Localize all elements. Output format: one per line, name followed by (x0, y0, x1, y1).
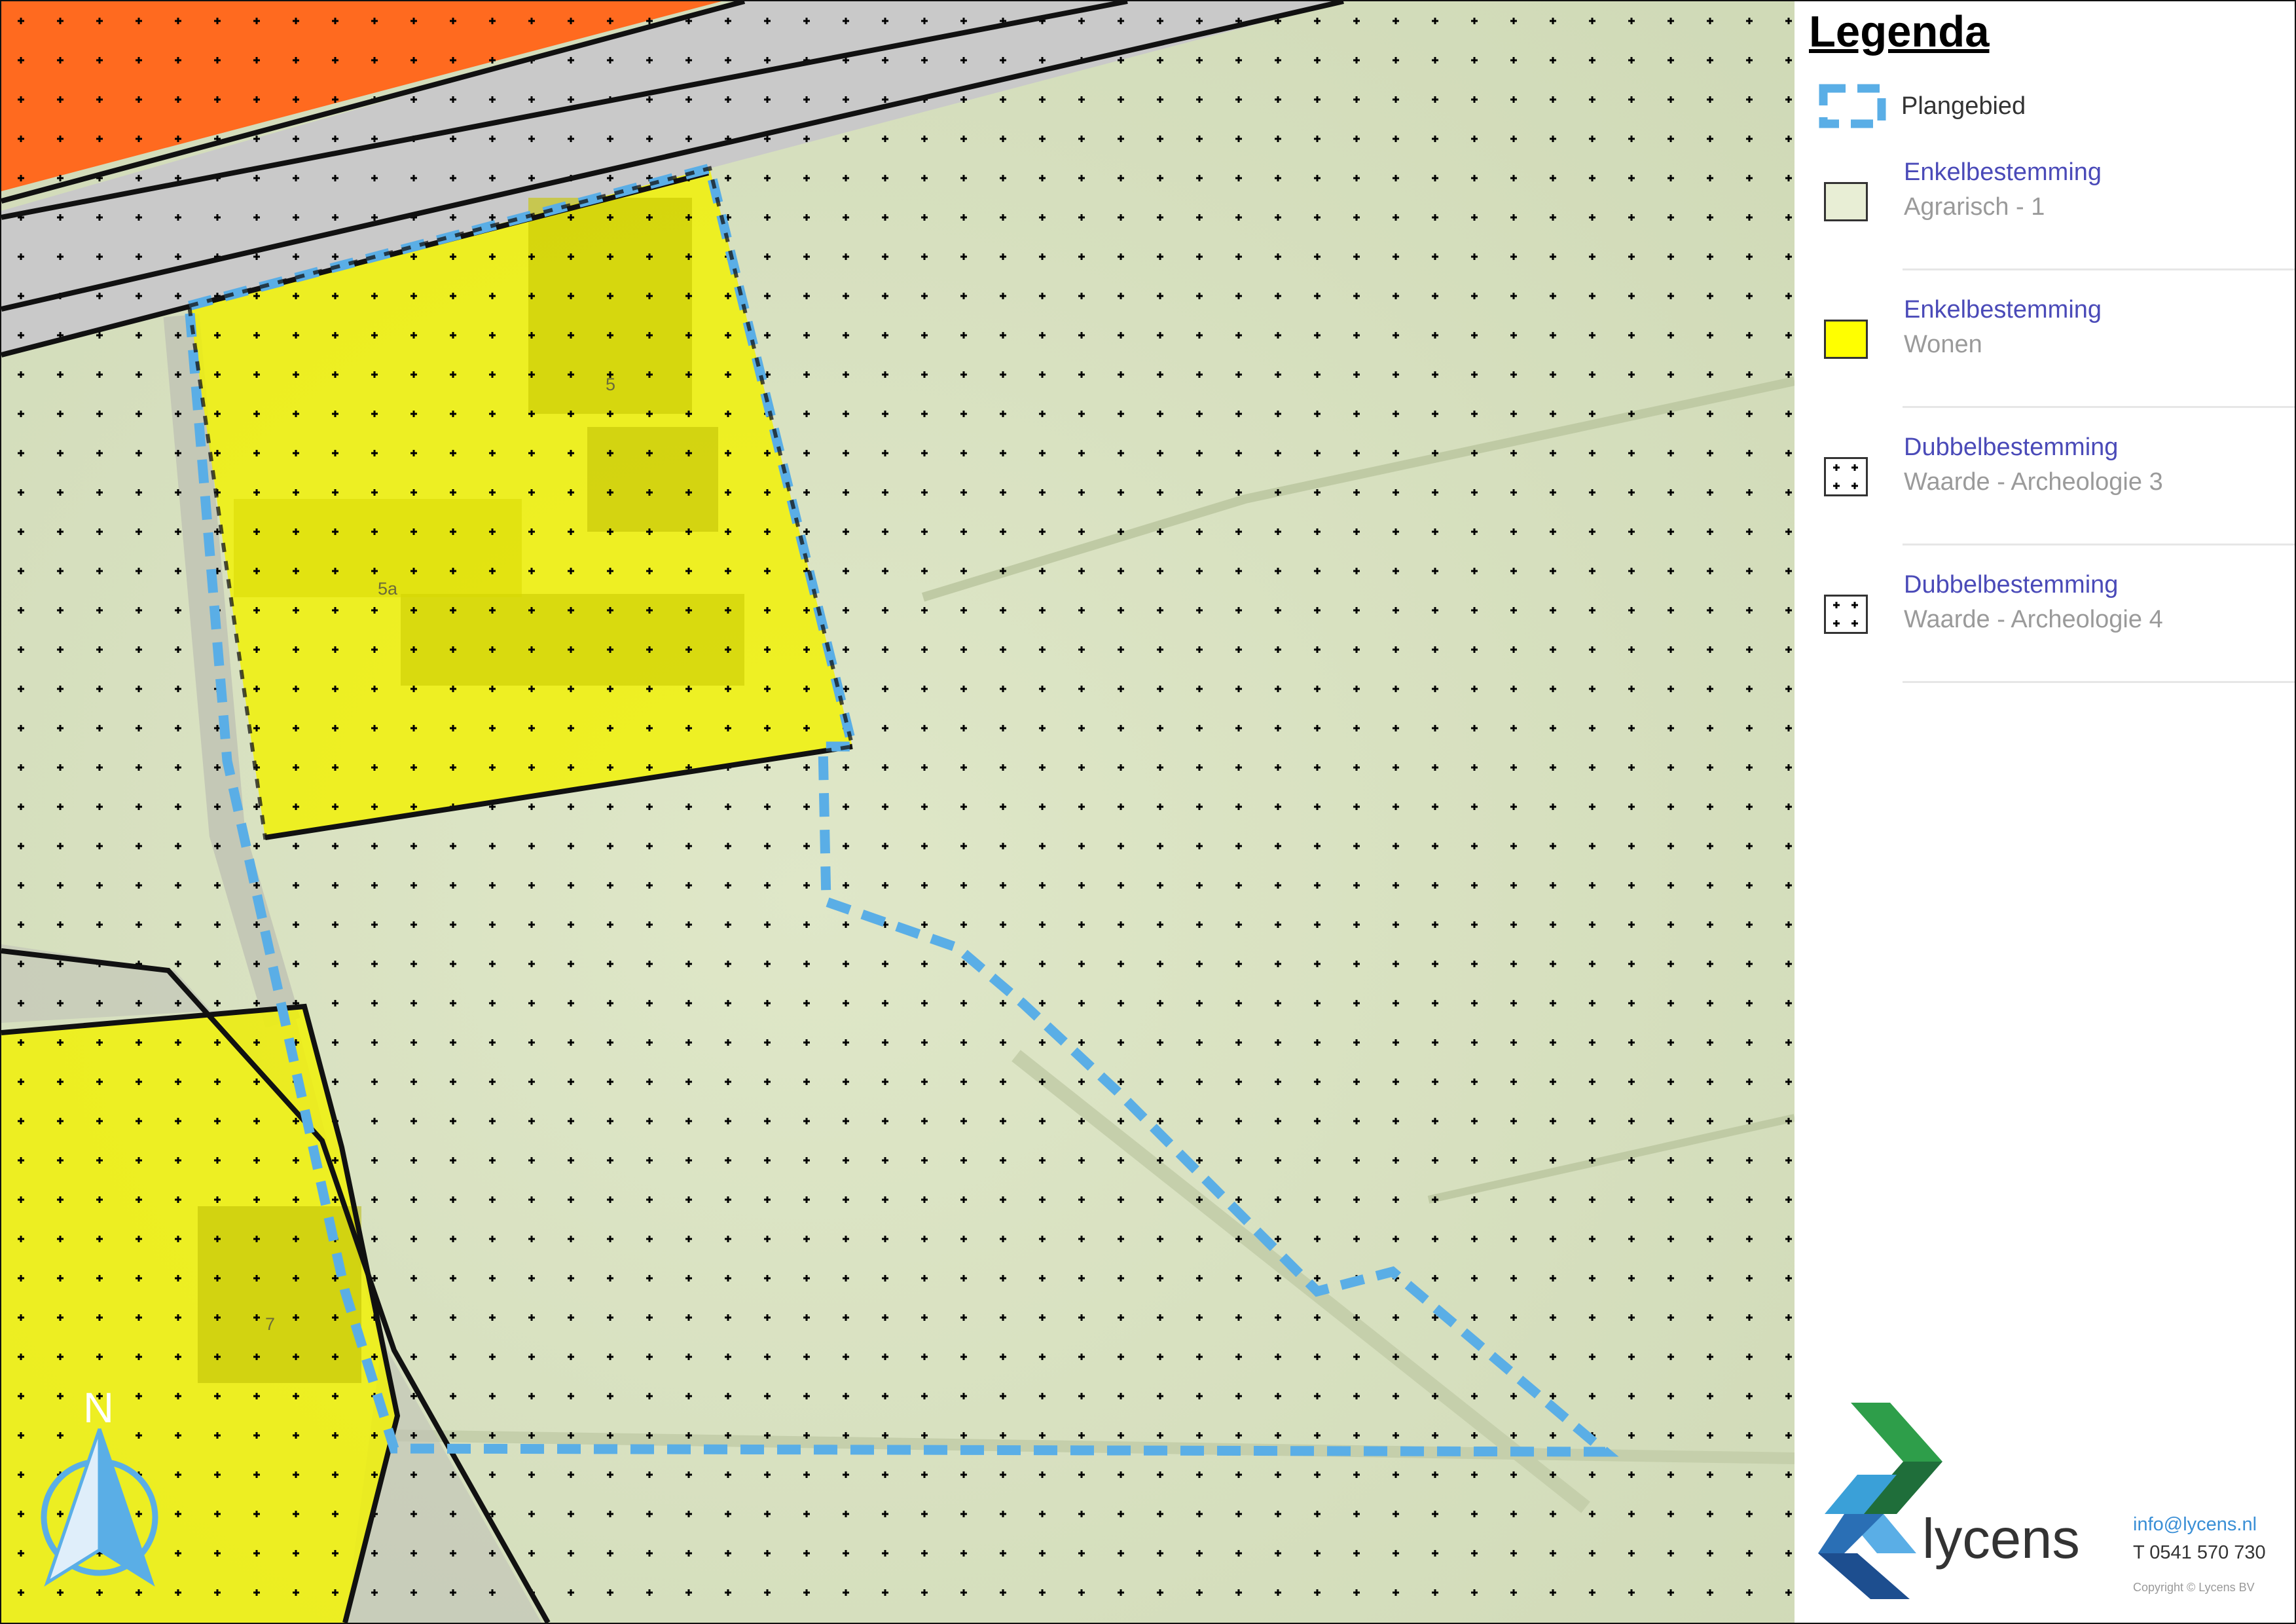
agrarisch-swatch (1824, 182, 1868, 221)
brand-name: lycens (1922, 1508, 2080, 1570)
legend-kind: Enkelbestemming (1904, 296, 2102, 323)
legend-label: Waarde - Archeologie 4 (1904, 606, 2163, 633)
north-label: N (83, 1384, 114, 1431)
legend-panel: Legenda Plangebied Enkelbestemming Agrar… (1795, 1, 2295, 1623)
phone-number: T 0541 570 730 (2133, 1542, 2266, 1563)
wonen-swatch (1824, 320, 1868, 359)
legend-divider (1903, 268, 2295, 270)
lot-number-5a: 5a (378, 579, 398, 599)
legend-kind: Enkelbestemming (1904, 158, 2102, 186)
plangebied-swatch-icon (1819, 84, 1886, 128)
copyright-text: Copyright © Lycens BV (2133, 1581, 2255, 1594)
legend-kind: Dubbelbestemming (1904, 571, 2119, 599)
archeologie-3-swatch (1824, 457, 1868, 496)
plangebied-label: Plangebied (1901, 92, 2026, 120)
lot-number-5: 5 (606, 375, 616, 394)
email-link[interactable]: info@lycens.nl (2133, 1514, 2257, 1536)
legend-label: Waarde - Archeologie 3 (1904, 468, 2163, 496)
legend-title: Legenda (1809, 7, 1990, 56)
map-canvas[interactable]: 5 5a 7 N (1, 1, 1795, 1623)
legend-kind: Dubbelbestemming (1904, 434, 2119, 461)
legend-label: Agrarisch - 1 (1904, 193, 2045, 221)
legend-label: Wonen (1904, 331, 1982, 358)
map-svg (1, 1, 1795, 1623)
map-frame: 5 5a 7 N Legenda Plangebied Enkelbestemm… (0, 0, 2296, 1624)
archeologie-4-swatch (1824, 595, 1868, 634)
legend-divider (1903, 681, 2295, 683)
legend-divider (1903, 544, 2295, 545)
legend-divider (1903, 406, 2295, 408)
lot-number-7: 7 (265, 1314, 276, 1334)
